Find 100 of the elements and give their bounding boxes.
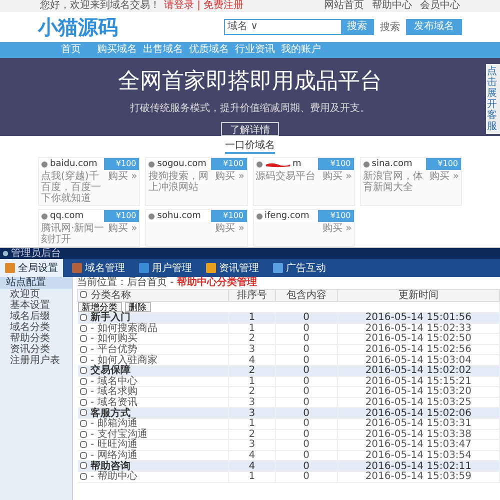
domain-description: 点我(穿越)千百度，百度一下你就知道 [41,171,102,204]
admin-tab[interactable]: 用户管理 [134,259,197,277]
domain-name[interactable]: sogou.com [157,159,206,169]
table-cell: 1 [228,323,276,334]
row-checkbox[interactable] [80,430,86,438]
top-link[interactable]: 网站首页 [324,0,364,12]
row-checkbox[interactable] [80,388,86,396]
table-cell: 2016-05-14 15:02:33 [337,323,500,334]
admin-tab[interactable]: 全局设置 [0,259,63,277]
sidebar-item[interactable]: 资讯分类 [0,344,72,355]
price-tag: ¥100 [318,210,354,222]
row-checkbox[interactable] [80,452,86,459]
domain-name[interactable]: sohu.com [157,211,201,221]
column-header: 包含内容 [275,290,338,302]
admin-tab[interactable]: 资讯管理 [201,259,264,277]
row-checkbox[interactable] [80,420,86,427]
admin-tab[interactable]: 广告互动 [268,259,331,277]
price-tag: ¥100 [211,210,246,222]
sidebar-item[interactable]: 域名后缀 [0,311,72,322]
row-checkbox[interactable] [80,462,86,470]
table-cell: 2016-05-14 15:01:56 [337,312,500,324]
table-cell: 2016-05-14 15:03:59 [337,471,500,482]
domain-description: 搜狗搜索，网上冲浪网站 [148,171,210,193]
table-cell: 0 [275,429,338,440]
category-name: 新手入门 [90,312,130,324]
table-cell: 0 [275,334,338,344]
row-checkbox[interactable] [80,367,86,374]
admin-logo-icon [2,250,9,257]
category-name: 客服方式 [90,408,130,419]
toolbar-button[interactable]: 新增分类 [78,302,122,312]
domain-name[interactable]: baidu.com [50,159,98,169]
table-cell: 0 [275,386,338,398]
table-cell: 3 [228,440,276,450]
globe-icon [362,160,370,168]
row-checkbox[interactable] [80,409,86,416]
table-cell: 2016-05-14 15:03:20 [337,386,500,398]
row-checkbox[interactable] [80,346,86,353]
table-cell: 1 [228,376,276,387]
domain-name[interactable]: m [292,159,302,169]
table-cell: 2016-05-14 15:03:04 [337,354,500,366]
category-name: - 平台优势 [90,344,138,356]
sidebar-item[interactable]: 帮助分类 [0,333,72,344]
globe-icon [256,212,262,220]
price-tag: ¥100 [318,158,354,170]
globe-icon [256,160,262,168]
row-checkbox[interactable] [80,314,86,322]
row-checkbox[interactable] [80,324,86,332]
customer-service-tab[interactable]: 点击展开客服 [486,64,500,134]
table-cell: 2 [228,386,276,398]
toolbar-button[interactable]: 删除 [124,302,150,312]
buy-link[interactable]: 购买 » [215,171,244,182]
category-name: - 网络沟通 [90,450,138,462]
hero-title: 全网首家即搭即用成品平台 [118,68,382,96]
price-tag: ¥100 [426,158,461,170]
row-checkbox[interactable] [80,472,86,480]
category-name: 交易保障 [90,365,130,376]
table-cell: 0 [275,354,338,366]
table-cell: 1 [228,418,276,430]
globe-icon [41,160,48,168]
domain-name[interactable]: ifeng.com [264,211,310,221]
category-name: - 域名中心 [90,376,138,387]
row-checkbox[interactable] [80,441,86,448]
table-cell: 2016-05-14 15:03:47 [337,440,500,450]
table-cell: 2016-05-14 15:02:50 [337,334,500,344]
row-checkbox[interactable] [80,398,86,406]
domain-name[interactable]: sina.com [372,159,412,169]
buy-link[interactable]: 购买 » [215,223,244,234]
admin-tab[interactable]: 域名管理 [67,259,130,277]
category-name: - 如何搜索商品 [90,322,158,334]
table-cell: 2016-05-14 15:02:02 [337,365,500,376]
price-tag: ¥100 [104,210,140,222]
domain-description: 新浪官网，体育新闻大全 [362,171,424,193]
globe-icon [148,212,156,220]
buy-link[interactable]: 购买 » [430,171,459,182]
globe-icon [41,212,48,220]
category-name: - 如何购买 [90,333,138,344]
price-tag: ¥100 [104,158,140,170]
price-tag: ¥100 [211,158,246,170]
sidebar-item[interactable]: 基本设置 [0,300,72,311]
sidebar-header[interactable]: 站点配置 [0,277,72,289]
table-cell: 0 [275,471,338,482]
details-button[interactable]: 了解详情 [221,122,279,136]
domain-name[interactable]: qq.com [50,211,84,221]
admin-title: 管理员后台 [11,248,61,259]
sidebar-item[interactable]: 欢迎页 [0,289,72,300]
table-cell: 2 [228,429,276,440]
table-cell: 3 [228,344,276,355]
table-cell: 2016-05-14 15:03:31 [337,418,500,430]
select-all-checkbox[interactable] [80,291,87,298]
table-cell: 2016-05-14 15:02:56 [337,344,500,355]
category-name: - 旺旺沟通 [90,439,138,450]
category-name: - 支付宝沟通 [90,428,148,440]
table-cell: 0 [275,344,338,355]
row-checkbox[interactable] [80,356,86,364]
row-checkbox[interactable] [80,335,86,342]
sidebar-item[interactable]: 注册用户表 [0,355,72,366]
domain-description: 源码交易平台 [256,171,316,182]
sidebar-item[interactable]: 域名分类 [0,322,72,333]
domain-description: 腾讯网·新闻一刻打开 [41,223,106,245]
row-checkbox[interactable] [80,378,86,385]
